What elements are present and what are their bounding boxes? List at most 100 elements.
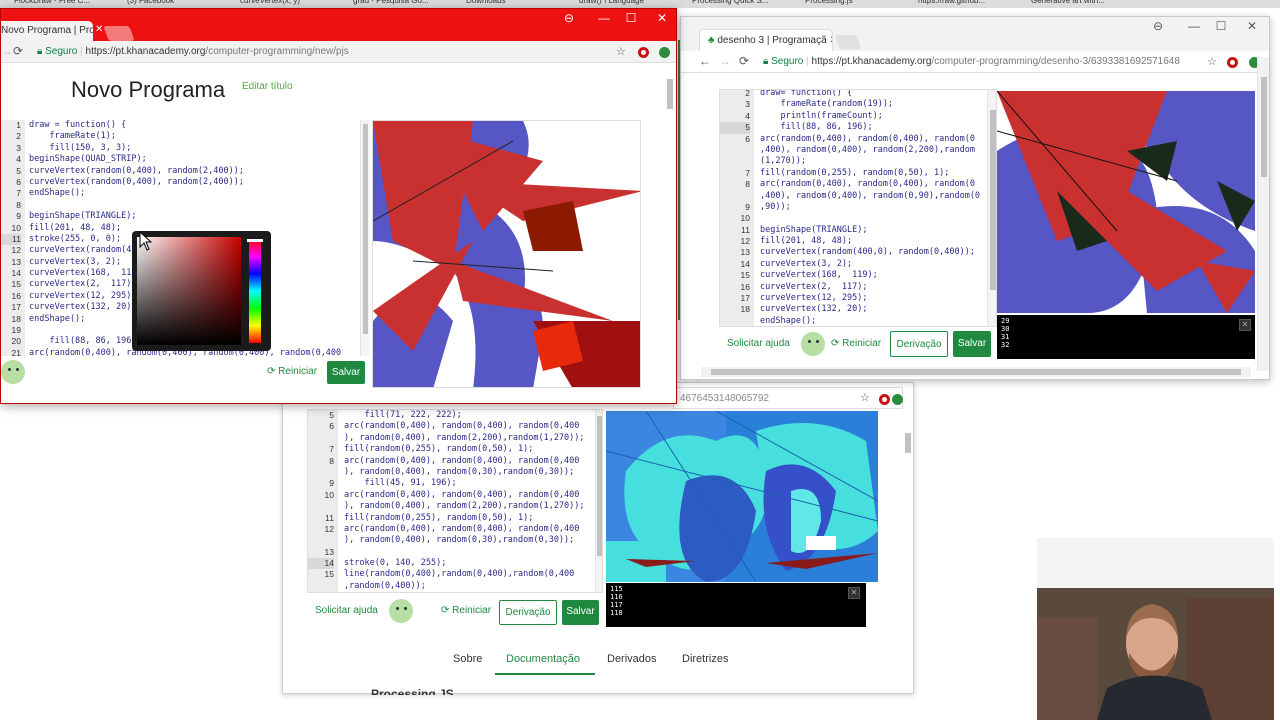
code-line[interactable]: ), random(0,400), random(0,30),random(0,… [344,467,598,478]
page-scroll-thumb[interactable] [905,433,911,453]
code-text[interactable]: draw= function() { frameRate(random(19))… [756,90,988,326]
close-window-icon[interactable]: ✕ [649,11,675,25]
page-scrollbar[interactable] [903,413,913,593]
profile-icon[interactable]: ⊖ [556,11,582,25]
code-line[interactable]: ), random(0,400), random(2,200),random(1… [344,501,598,512]
save-button[interactable]: Salvar [327,361,365,384]
forward-icon[interactable]: → [1,44,13,58]
tab-documentation[interactable]: Documentação [506,653,580,665]
editor-scrollbar[interactable] [360,120,369,356]
background-tab[interactable]: Downloads [466,0,571,8]
page-scrollbar[interactable] [665,79,675,379]
editor-scrollbar[interactable] [987,90,996,326]
background-tab[interactable]: Processing.js [805,0,910,8]
background-tab[interactable]: draw() \ Language [579,0,684,8]
background-tab[interactable]: (3) Facebook [127,0,232,8]
code-line[interactable]: curveVertex(random(0,400), random(2,400)… [29,166,359,177]
code-line[interactable]: ), random(0,400), random(2,200),random(1… [344,433,598,444]
code-line[interactable]: curveVertex(132, 20); [760,304,988,315]
code-line[interactable]: curveVertex(random(400,0), random(0,400)… [760,247,988,258]
code-line[interactable]: ,90)); [760,202,988,213]
code-line[interactable]: line(random(0,400),random(0,400),random(… [344,569,598,580]
code-line[interactable]: ,random(0,400)); [344,581,598,592]
fork-button[interactable]: Derivação [499,600,557,625]
code-line[interactable]: fill(random(0,255), random(0,50), 1); [344,444,598,455]
code-line[interactable]: curveVertex(168, 119); [760,270,988,281]
editor-scroll-thumb[interactable] [363,124,368,334]
code-line[interactable]: curveVertex(12, 295); [760,293,988,304]
save-button[interactable]: Salvar [953,331,991,357]
background-tab[interactable]: grau - Pesquisa Go... [353,0,458,8]
code-line[interactable]: arc(random(0,400), random(0,400), random… [344,490,598,501]
address-bar[interactable]: 4676453148065792 ☆ [673,387,903,409]
code-line[interactable]: (1,270)); [760,156,988,167]
restart-button[interactable]: ⟳ Reiniciar [441,605,491,616]
reload-icon[interactable]: ⟳ [13,44,23,58]
save-button[interactable]: Salvar [562,600,599,625]
saturation-value-area[interactable] [137,237,241,345]
code-line[interactable]: ,400), random(0,400), random(0,90),rando… [760,191,988,202]
horizontal-scroll-thumb[interactable] [711,369,1241,375]
background-tab[interactable]: Generative art with... [1031,0,1136,8]
code-line[interactable] [344,547,598,558]
code-line[interactable]: stroke(0, 140, 255); [344,558,598,569]
page-scroll-thumb[interactable] [1261,77,1267,177]
code-line[interactable]: beginShape(TRIANGLE); [29,211,359,222]
code-line[interactable]: frameRate(1); [29,131,359,142]
maximize-icon[interactable]: ☐ [618,11,644,25]
code-line[interactable]: beginShape(QUAD_STRIP); [29,154,359,165]
close-tab-icon[interactable]: ✕ [95,24,103,35]
editor-scroll-thumb[interactable] [990,110,996,290]
hue-slider[interactable] [249,239,261,343]
close-icon[interactable]: ✕ [1239,319,1251,331]
code-line[interactable]: fill(random(0,255), random(0,50), 1); [760,168,988,179]
code-line[interactable] [344,592,598,593]
maximize-icon[interactable]: ☐ [1208,19,1234,33]
tab-about[interactable]: Sobre [453,653,482,665]
minimize-icon[interactable]: — [591,11,617,25]
star-icon[interactable]: ☆ [860,391,870,404]
code-editor[interactable]: 5678910111213141516 fill(71, 222, 222);a… [307,409,603,593]
restart-button[interactable]: ⟳ Reiniciar [267,366,317,377]
close-window-icon[interactable]: ✕ [1239,19,1265,33]
page-scrollbar[interactable] [1257,57,1269,371]
restart-button[interactable]: ⟳ Reiniciar [831,338,881,349]
profile-icon[interactable]: ⊖ [1145,19,1171,33]
edit-title-link[interactable]: Editar título [242,81,293,92]
code-line[interactable]: fill(45, 91, 196); [344,478,598,489]
code-line[interactable]: fill(201, 48, 48); [760,236,988,247]
minimize-icon[interactable]: — [1181,19,1207,33]
code-line[interactable]: curveVertex(3, 2); [760,259,988,270]
editor-scrollbar[interactable] [595,410,602,592]
code-line[interactable]: ), random(0,400), random(0,30),random(0,… [344,535,598,546]
background-tab[interactable]: FlockDraw - Free C... [14,0,119,8]
code-line[interactable]: arc(random(0,400), random(0,400), random… [760,179,988,190]
background-tab[interactable]: curveVertex(x, y) [240,0,345,8]
code-line[interactable]: beginShape(TRIANGLE); [760,225,988,236]
code-line[interactable] [29,200,359,211]
code-editor[interactable]: 2 3 4 5 6 7 8 9 10 11 12 13 14 15 16 17 18 draw= functio… [719,89,997,327]
new-tab-button[interactable] [834,35,862,49]
close-tab-icon[interactable]: ✕ [829,35,832,46]
code-line[interactable]: curveVertex(random(0,400), random(2,400)… [29,177,359,188]
horizontal-scrollbar[interactable] [701,367,1251,377]
url-input[interactable]: 🔒︎ Seguro | https://pt.khanacademy.org/c… [31,43,631,61]
code-line[interactable]: arc(random(0,400), random(0,400), random… [344,421,598,432]
extension-icon[interactable] [659,47,670,58]
code-line[interactable]: ,400), random(0,400), random(2,200),rand… [760,145,988,156]
editor-scroll-thumb[interactable] [597,416,602,556]
code-line[interactable]: draw= function() { [760,90,988,99]
code-text[interactable]: fill(71, 222, 222); arc(random(0,400), ra… [340,410,598,593]
forward-icon[interactable]: → [719,54,731,68]
code-line[interactable]: fill(88, 86, 196); [760,122,988,133]
code-line[interactable]: endShape(); [760,316,988,326]
reload-icon[interactable]: ⟳ [739,54,749,68]
hue-slider-thumb[interactable] [247,239,263,242]
code-line[interactable]: fill(150, 3, 3); [29,143,359,154]
opera-icon[interactable] [879,394,890,405]
code-line[interactable]: println(frameCount); [760,111,988,122]
extension-icon[interactable] [892,394,903,405]
tab-guidelines[interactable]: Diretrizes [682,653,728,665]
browser-tab-active[interactable]: Novo Programa | Progra [1,21,93,41]
browser-tab-active[interactable]: ♣ desenho 3 | Programaçã ✕ [699,29,833,51]
